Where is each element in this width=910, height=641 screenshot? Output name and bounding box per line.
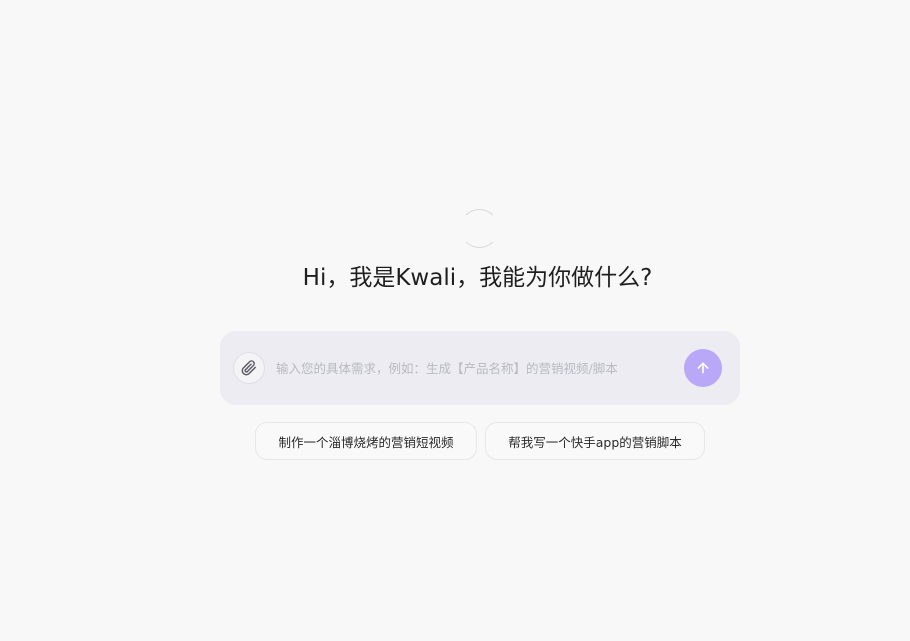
suggestion-chip[interactable]: 帮我写一个快手app的营销脚本	[485, 422, 705, 460]
arrow-up-icon	[697, 362, 709, 374]
prompt-box	[220, 331, 740, 405]
suggestion-chip[interactable]: 制作一个淄博烧烤的营销短视频	[255, 422, 477, 460]
paperclip-icon	[241, 360, 256, 376]
greeting-title: Hi，我是Kwali，我能为你做什么?	[302, 265, 653, 291]
logo-icon	[460, 209, 499, 248]
send-button[interactable]	[684, 349, 722, 387]
prompt-input[interactable]	[276, 357, 676, 379]
attach-button[interactable]	[233, 352, 265, 384]
page: Hi，我是Kwali，我能为你做什么? 制作一个淄博烧烤的营销短视频 帮我写一个…	[0, 0, 910, 641]
